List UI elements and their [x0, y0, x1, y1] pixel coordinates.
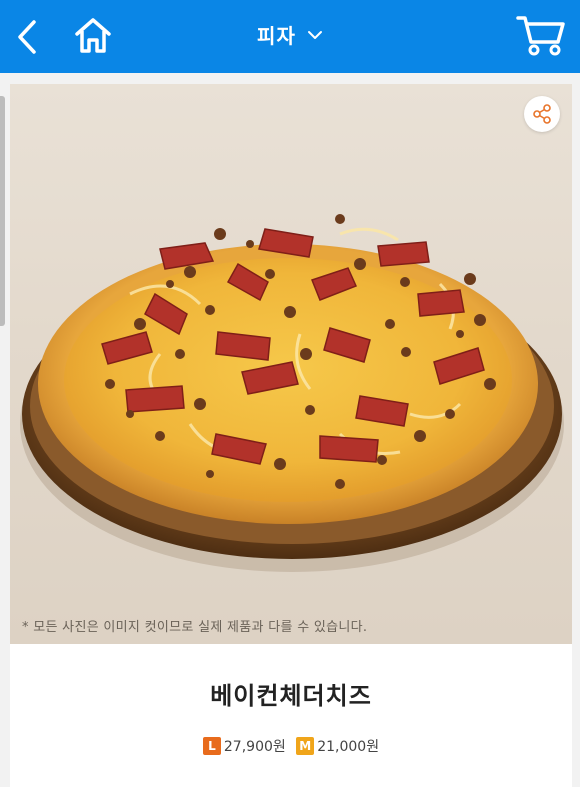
price-m: 21,000원 — [317, 739, 380, 755]
pizza-illustration — [20, 214, 564, 572]
price-list: L 27,900원 M 21,000원 — [10, 736, 572, 756]
size-badge-l: L — [202, 737, 221, 755]
scroll-indicator — [0, 96, 5, 326]
share-button[interactable] — [524, 96, 560, 132]
product-info: 베이컨체더치즈 L 27,900원 M 21,000원 — [10, 644, 572, 787]
share-icon — [533, 104, 551, 124]
cart-icon — [516, 16, 565, 56]
price-l: 27,900원 — [223, 739, 286, 755]
chevron-down-icon — [307, 30, 322, 39]
category-selector[interactable]: 피자 — [0, 20, 580, 49]
size-badge-m: M — [296, 737, 315, 755]
top-nav-bar: 피자 — [0, 0, 580, 73]
page-title: 피자 — [257, 24, 296, 48]
product-image: * 모든 사진은 이미지 컷이므로 실제 제품과 다를 수 있습니다. — [10, 84, 572, 644]
cart-button[interactable] — [514, 12, 568, 60]
product-name: 베이컨체더치즈 — [210, 682, 372, 710]
image-disclaimer: * 모든 사진은 이미지 컷이므로 실제 제품과 다를 수 있습니다. — [22, 620, 368, 635]
